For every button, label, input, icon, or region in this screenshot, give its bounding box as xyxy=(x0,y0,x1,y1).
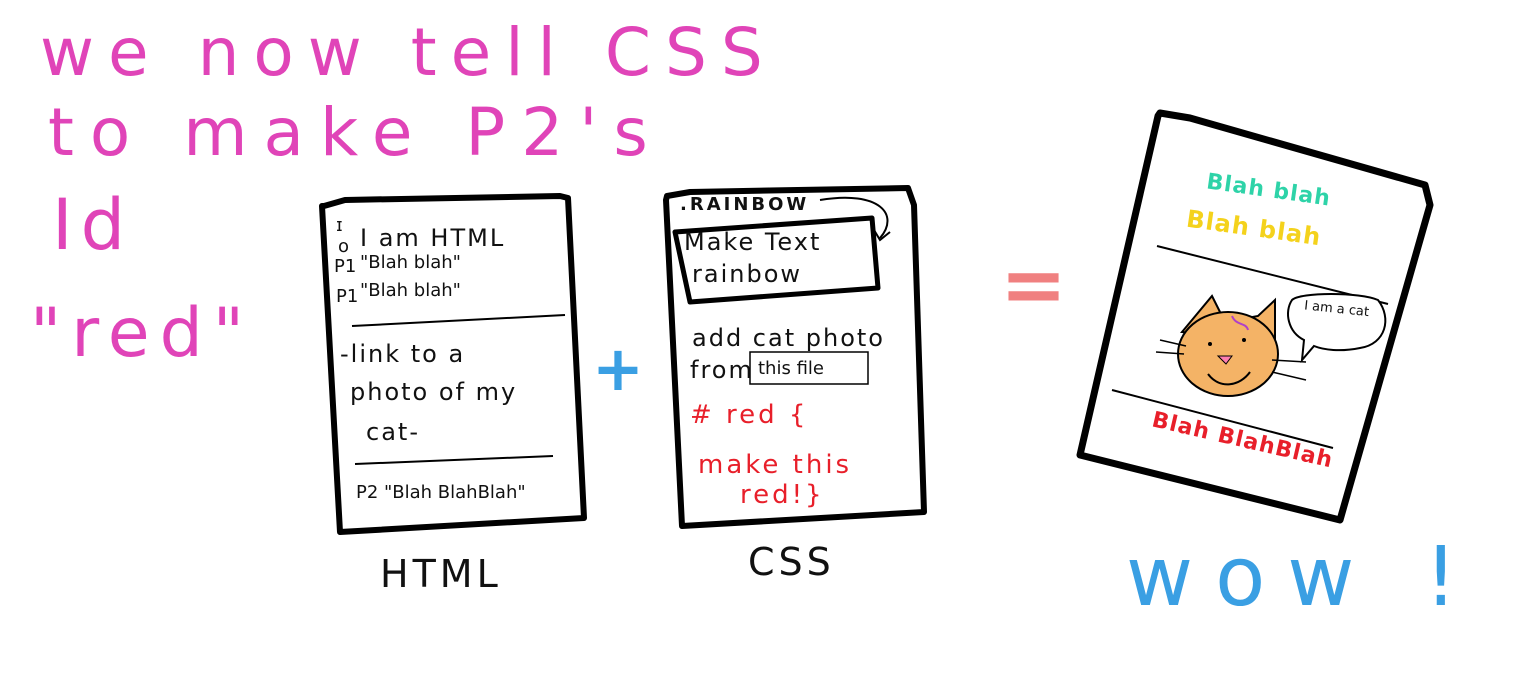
html-bracket-mark-2: o xyxy=(338,236,350,257)
html-p2-label: P2 xyxy=(356,482,379,503)
css-add-line-1: add cat photo xyxy=(692,324,885,352)
css-red-line-2: make this xyxy=(698,450,853,480)
css-caption: CSS xyxy=(748,540,835,584)
html-link-line-1: -link to a xyxy=(340,340,466,368)
wow-exclaim: wow ! xyxy=(1126,530,1480,625)
css-red-line-1: # red { xyxy=(690,400,809,430)
html-divider-1 xyxy=(351,314,566,327)
html-p1-text-a: "Blah blah" xyxy=(360,252,461,273)
html-link-line-3: cat- xyxy=(366,418,420,446)
css-rule-line-2: rainbow xyxy=(692,260,802,288)
html-link-line-2: photo of my xyxy=(350,378,518,406)
html-p1-label-a: P1 xyxy=(334,256,357,277)
html-divider-2 xyxy=(354,455,554,465)
css-add-line-2a: from xyxy=(690,356,754,384)
css-selector: .RAINBOW xyxy=(680,194,810,215)
html-p1-text-b: "Blah blah" xyxy=(360,280,461,301)
html-p1-label-b: P1 xyxy=(336,286,359,307)
plus-sign: + xyxy=(592,332,644,405)
css-red-line-3: red!} xyxy=(740,480,825,510)
html-card-heading: I am HTML xyxy=(360,224,506,252)
css-file-link: this file xyxy=(758,358,824,379)
html-bracket-mark: ɪ xyxy=(336,215,343,236)
cat-drawing xyxy=(1155,294,1307,397)
equals-sign: = xyxy=(1000,238,1068,331)
html-p2-text: "Blah BlahBlah" xyxy=(384,482,526,503)
html-caption: HTML xyxy=(380,552,502,596)
css-rule-line-1: Make Text xyxy=(684,228,822,256)
